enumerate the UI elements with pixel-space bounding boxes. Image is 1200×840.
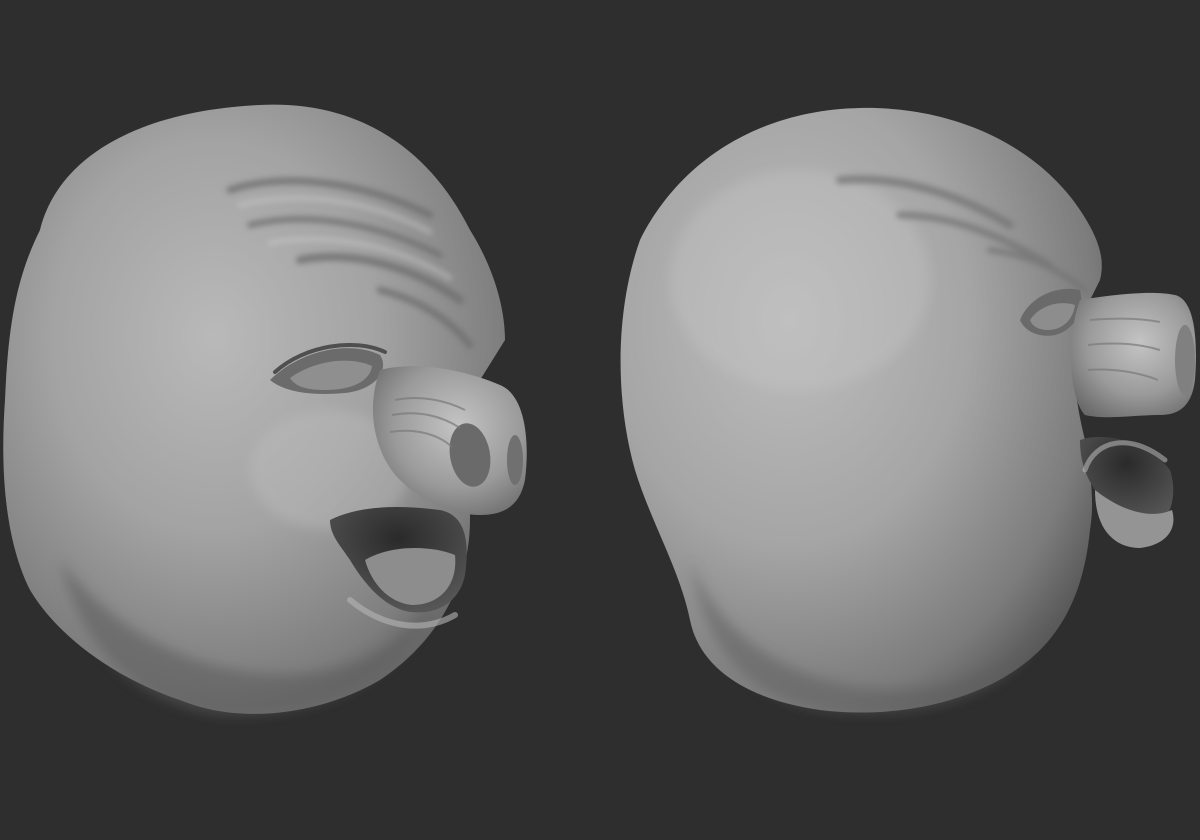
nostril-right: [1175, 325, 1195, 395]
sculpt-viewport[interactable]: [0, 0, 1200, 840]
pig-head-model-right[interactable]: [620, 107, 1196, 714]
pig-head-model-left[interactable]: [3, 104, 527, 716]
viewport-canvas[interactable]: [0, 0, 1200, 840]
skull-highlight-right: [670, 170, 930, 390]
